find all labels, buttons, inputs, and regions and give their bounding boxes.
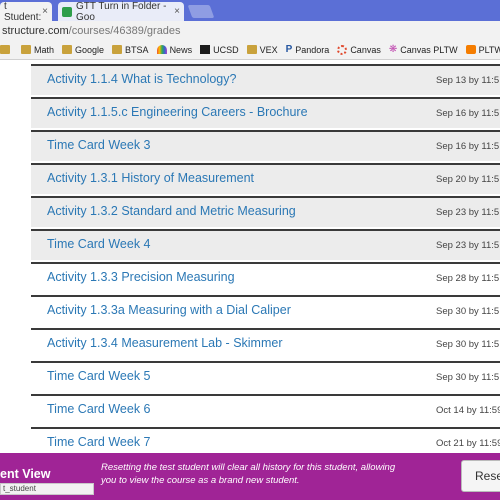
new-tab-button[interactable] bbox=[187, 5, 215, 18]
assignment-link[interactable]: Activity 1.3.2 Standard and Metric Measu… bbox=[47, 204, 296, 218]
url-path: /courses/46389/grades bbox=[68, 24, 181, 37]
assignment-link[interactable]: Activity 1.3.3a Measuring with a Dial Ca… bbox=[47, 303, 291, 317]
pltw-icon: ❋ bbox=[388, 44, 398, 55]
due-date: Sep 23 by 11:5 bbox=[436, 207, 500, 218]
assignment-row: Activity 1.3.3 Precision Measuring Sep 2… bbox=[31, 262, 500, 293]
assignment-row: Activity 1.3.2 Standard and Metric Measu… bbox=[31, 196, 500, 227]
google-drive-icon bbox=[62, 6, 72, 17]
due-date: Sep 16 by 11:5 bbox=[436, 141, 500, 152]
assignment-link[interactable]: Activity 1.3.4 Measurement Lab - Skimmer bbox=[47, 336, 283, 350]
blogger-icon bbox=[465, 45, 476, 54]
due-date: Sep 13 by 11:5 bbox=[436, 75, 500, 86]
bookmark-vex[interactable]: VEX bbox=[246, 44, 278, 55]
due-date: Oct 14 by 11:59 bbox=[436, 405, 500, 416]
bookmark-math[interactable]: Math bbox=[21, 45, 54, 55]
assignment-row: Activity 1.1.4 What is Technology? Sep 1… bbox=[31, 64, 500, 95]
bookmark-canvas-pltw[interactable]: ❋ Canvas PLTW bbox=[389, 44, 458, 55]
assignment-row: Activity 1.3.3a Measuring with a Dial Ca… bbox=[31, 295, 500, 326]
nbc-peacock-icon bbox=[156, 45, 167, 54]
bookmarks-bar: Math Google BTSA News UCSD VEX P Pandora … bbox=[0, 40, 500, 60]
bookmark-folder[interactable] bbox=[0, 45, 13, 54]
student-view-message: Resetting the test student will clear al… bbox=[101, 462, 396, 486]
bookmark-label: Pandora bbox=[295, 44, 330, 55]
assignment-row: Activity 1.1.5.c Engineering Careers - B… bbox=[31, 97, 500, 128]
due-date: Oct 21 by 11:59 bbox=[436, 438, 500, 449]
tab-gtt-turn-in-folder[interactable]: GTT Turn in Folder - Goo × bbox=[58, 0, 184, 23]
browser-tab-strip: t Student: × GTT Turn in Folder - Goo × bbox=[0, 0, 500, 23]
student-view-title: ent View bbox=[0, 467, 51, 481]
bookmark-label: Canvas bbox=[350, 44, 381, 55]
tab-label: GTT Turn in Folder - Goo bbox=[76, 0, 167, 23]
bookmark-label: UCSD bbox=[213, 44, 239, 55]
assignment-row: Time Card Week 3 Sep 16 by 11:5 bbox=[31, 130, 500, 161]
due-date: Sep 23 by 11:5 bbox=[436, 240, 500, 251]
tab-test-student[interactable]: t Student: × bbox=[0, 0, 52, 23]
due-date: Sep 30 by 11:5 bbox=[436, 306, 500, 317]
bookmark-btsa[interactable]: BTSA bbox=[112, 45, 149, 55]
bookmark-label: BTSA bbox=[125, 44, 149, 55]
url-host: structure.com bbox=[2, 24, 69, 37]
due-date: Sep 20 by 11:5 bbox=[436, 174, 500, 185]
tab-label: t Student: bbox=[4, 0, 42, 23]
folder-icon bbox=[246, 45, 257, 54]
bookmark-label: Math bbox=[34, 44, 55, 55]
assignment-link[interactable]: Time Card Week 6 bbox=[47, 402, 151, 416]
assignment-link[interactable]: Time Card Week 3 bbox=[47, 138, 151, 152]
assignment-link[interactable]: Time Card Week 5 bbox=[47, 369, 151, 383]
assignment-row: Time Card Week 6 Oct 14 by 11:59 bbox=[31, 394, 500, 425]
folder-icon bbox=[0, 45, 10, 54]
assignment-link[interactable]: Time Card Week 7 bbox=[47, 435, 151, 449]
due-date: Sep 30 by 11:5 bbox=[436, 339, 500, 350]
close-tab-icon[interactable]: × bbox=[174, 6, 180, 17]
bookmark-label: Canvas PLTW bbox=[400, 44, 458, 55]
bookmark-label: VEX bbox=[259, 44, 278, 55]
pandora-icon: P bbox=[285, 44, 293, 55]
assignment-link[interactable]: Activity 1.3.3 Precision Measuring bbox=[47, 270, 235, 284]
close-tab-icon[interactable]: × bbox=[42, 6, 48, 17]
bookmark-label: PLTW GTT bbox=[478, 44, 500, 55]
due-date: Sep 30 by 11:5 bbox=[436, 372, 500, 383]
bookmark-ucsd[interactable]: UCSD bbox=[200, 45, 239, 55]
ucsd-icon bbox=[200, 45, 211, 54]
bookmark-label: News bbox=[169, 44, 193, 55]
assignment-link[interactable]: Activity 1.3.1 History of Measurement bbox=[47, 171, 254, 185]
assignment-link[interactable]: Activity 1.1.5.c Engineering Careers - B… bbox=[47, 105, 308, 119]
assignment-row: Time Card Week 4 Sep 23 by 11:5 bbox=[31, 229, 500, 260]
folder-icon bbox=[62, 45, 73, 54]
reset-student-button[interactable]: Rese bbox=[461, 460, 500, 492]
due-date: Sep 16 by 11:5 bbox=[436, 108, 500, 119]
bookmark-pandora[interactable]: P Pandora bbox=[286, 44, 330, 55]
assignment-link[interactable]: Activity 1.1.4 What is Technology? bbox=[47, 72, 236, 86]
grades-list: Activity 1.1.4 What is Technology? Sep 1… bbox=[0, 61, 500, 453]
assignment-row: Activity 1.3.1 History of Measurement Se… bbox=[31, 163, 500, 194]
bookmark-google[interactable]: Google bbox=[62, 45, 104, 55]
assignment-link[interactable]: Time Card Week 4 bbox=[47, 237, 151, 251]
due-date: Sep 28 by 11:5 bbox=[436, 273, 500, 284]
assignment-row: Time Card Week 7 Oct 21 by 11:59 bbox=[31, 427, 500, 453]
assignment-row: Time Card Week 5 Sep 30 by 11:5 bbox=[31, 361, 500, 392]
canvas-icon bbox=[337, 44, 348, 55]
bookmark-pltw-gtt[interactable]: PLTW GTT bbox=[465, 44, 500, 55]
address-bar[interactable]: structure.com /courses/46389/grades bbox=[0, 21, 500, 40]
status-bar: t_student bbox=[0, 483, 94, 495]
folder-icon bbox=[112, 45, 123, 54]
bookmark-news[interactable]: News bbox=[156, 44, 193, 55]
assignment-row: Activity 1.3.4 Measurement Lab - Skimmer… bbox=[31, 328, 500, 359]
folder-icon bbox=[21, 45, 31, 54]
bookmark-label: Google bbox=[75, 44, 105, 55]
bookmark-canvas[interactable]: Canvas bbox=[337, 44, 381, 55]
